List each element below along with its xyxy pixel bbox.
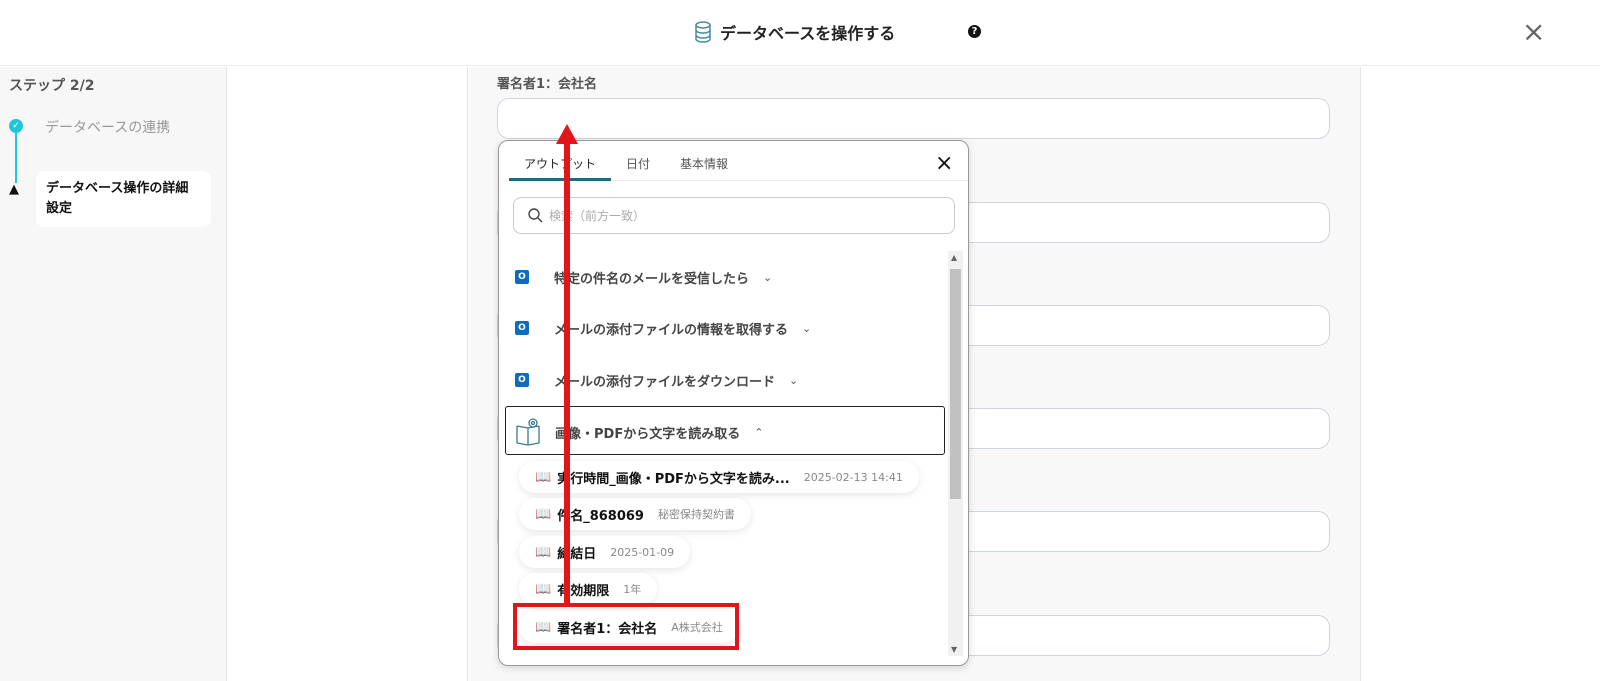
search-icon <box>528 208 543 223</box>
output-item[interactable]: 📖 件名_868069 秘密保持契約書 <box>519 498 751 530</box>
step-counter: ステップ 2/2 <box>9 78 95 94</box>
step-sidebar: ステップ 2/2 ✓ ▲ データベースの連携 データベース操作の詳細設定 <box>0 67 227 681</box>
group-label: メールの添付ファイルの情報を取得する <box>554 322 789 338</box>
outlook-icon: O <box>515 316 540 340</box>
spacer-panel <box>228 67 468 681</box>
outlook-icon: O <box>515 265 540 289</box>
group-attachment-download[interactable]: O メールの添付ファイルをダウンロード ⌄ <box>515 368 798 392</box>
close-icon[interactable]: × <box>1522 18 1545 46</box>
help-icon[interactable]: ? <box>968 25 981 38</box>
group-receive-mail[interactable]: O 特定の件名のメールを受信したら ⌄ <box>515 265 772 289</box>
ocr-item-icon: 📖 <box>535 544 552 560</box>
database-icon <box>695 21 711 43</box>
popup-close-icon[interactable]: × <box>935 151 953 176</box>
annotation-highlight-box <box>513 603 739 650</box>
tab-date[interactable]: 日付 <box>611 141 665 181</box>
tab-output[interactable]: アウトプット <box>509 141 612 181</box>
ocr-item-icon: 📖 <box>535 469 552 485</box>
chevron-up-icon: ⌃ <box>754 425 764 439</box>
scroll-down-icon[interactable]: ▼ <box>951 645 957 654</box>
group-attachment-info[interactable]: O メールの添付ファイルの情報を取得する ⌄ <box>515 316 811 340</box>
title-text: データベースを操作する <box>720 24 896 43</box>
group-label: 特定の件名のメールを受信したら <box>554 271 750 287</box>
header-title: データベースを操作する <box>694 20 895 44</box>
field-label: 署名者1：会社名 <box>497 77 598 92</box>
output-item[interactable]: 📖 締結日 2025-01-09 <box>519 536 691 568</box>
annotation-arrowhead <box>556 124 578 144</box>
tab-basic-info[interactable]: 基本情報 <box>665 141 743 181</box>
scrollbar[interactable]: ▲ ▼ <box>948 251 963 656</box>
item-value: 1年 <box>623 583 642 596</box>
warning-icon: ▲ <box>9 182 19 197</box>
item-value: 2025-02-13 14:41 <box>803 470 903 484</box>
chevron-down-icon: ⌄ <box>802 321 812 335</box>
scrollbar-thumb[interactable] <box>950 269 961 499</box>
header: データベースを操作する ? × <box>0 0 1600 66</box>
group-label: 画像・PDFから文字を読み取る <box>555 426 741 442</box>
search-input[interactable]: 検索（前方一致） <box>513 197 955 234</box>
item-value: 2025-01-09 <box>610 545 675 559</box>
step-database-link[interactable]: データベースの連携 <box>45 117 170 137</box>
company-name-input[interactable] <box>497 98 1330 139</box>
item-name: 実行時間_画像・PDFから文字を読み... <box>557 471 790 487</box>
chevron-down-icon: ⌄ <box>763 270 773 284</box>
outlook-icon: O <box>515 368 540 392</box>
group-label: メールの添付ファイルをダウンロード <box>554 374 776 390</box>
annotation-arrow <box>564 140 570 605</box>
item-name: 件名_868069 <box>557 508 644 524</box>
output-item[interactable]: 📖 有効期限 1年 <box>519 573 658 605</box>
popup-tabs: アウトプット 日付 基本情報 <box>509 141 968 181</box>
scroll-up-icon[interactable]: ▲ <box>951 253 957 262</box>
item-value: 秘密保持契約書 <box>657 508 735 521</box>
step-connector <box>15 133 17 183</box>
group-ocr[interactable]: 画像・PDFから文字を読み取る ⌃ <box>515 418 763 446</box>
ocr-item-icon: 📖 <box>535 506 552 522</box>
chevron-down-icon: ⌄ <box>789 373 799 387</box>
output-item[interactable]: 📖 実行時間_画像・PDFから文字を読み... 2025-02-13 14:41 <box>519 461 919 493</box>
step-database-detail[interactable]: データベース操作の詳細設定 <box>36 171 211 227</box>
check-icon: ✓ <box>9 119 23 133</box>
ocr-book-icon <box>516 418 540 446</box>
ocr-item-icon: 📖 <box>535 581 552 597</box>
